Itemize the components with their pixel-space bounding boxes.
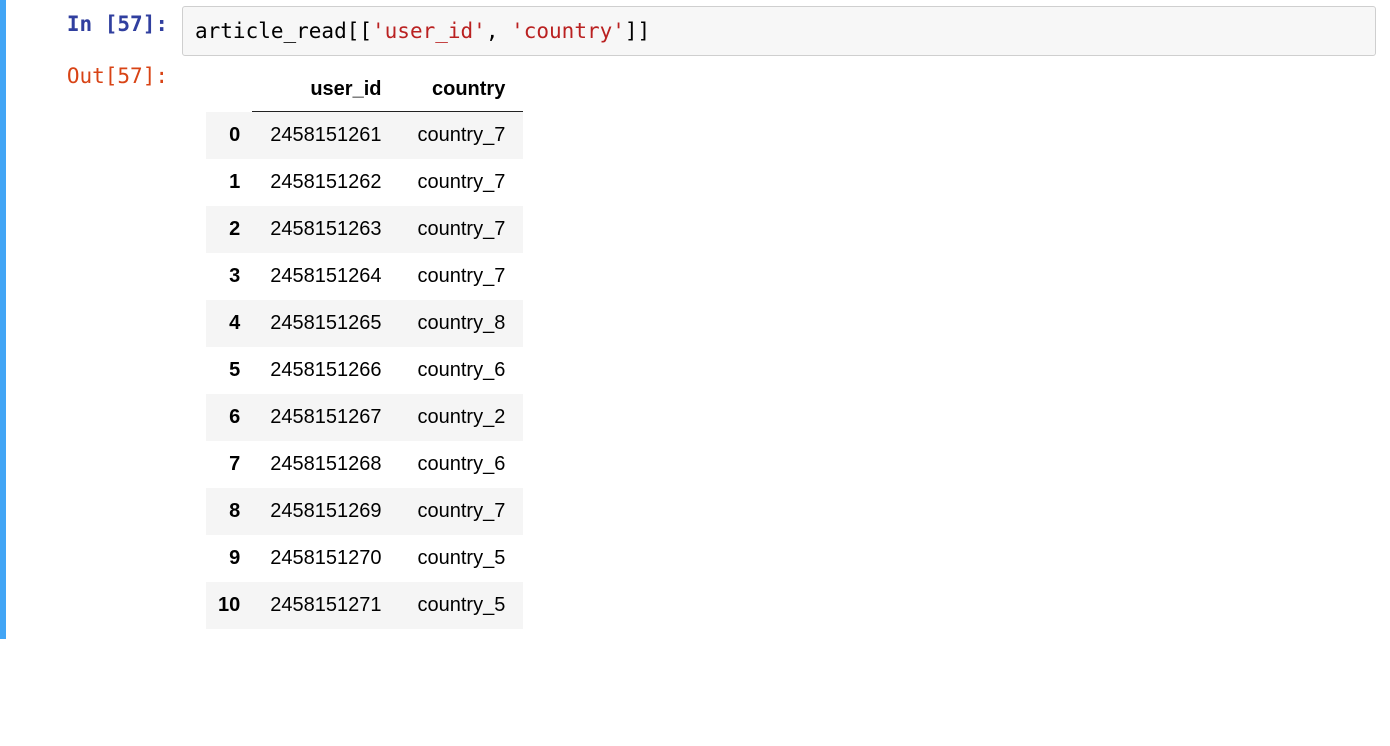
table-row: 3 2458151264 country_7 [206, 253, 523, 300]
row-index: 6 [206, 394, 252, 441]
code-text: ]] [625, 19, 650, 43]
cell-country: country_6 [399, 347, 523, 394]
table-row: 8 2458151269 country_7 [206, 488, 523, 535]
cell-country: country_7 [399, 253, 523, 300]
cell-user-id: 2458151265 [252, 300, 399, 347]
column-header-country: country [399, 68, 523, 112]
row-index: 10 [206, 582, 252, 629]
row-index: 9 [206, 535, 252, 582]
cell-user-id: 2458151270 [252, 535, 399, 582]
row-index: 5 [206, 347, 252, 394]
content-column: article_read[['user_id', 'country']] use… [176, 0, 1390, 639]
cell-country: country_7 [399, 488, 523, 535]
cell-user-id: 2458151269 [252, 488, 399, 535]
cell-country: country_5 [399, 582, 523, 629]
output-area: user_id country 0 2458151261 country_7 1… [182, 68, 1376, 629]
output-prompt: Out[57]: [6, 64, 168, 88]
row-index: 8 [206, 488, 252, 535]
table-row: 1 2458151262 country_7 [206, 159, 523, 206]
cell-country: country_2 [399, 394, 523, 441]
row-index: 1 [206, 159, 252, 206]
column-header-user-id: user_id [252, 68, 399, 112]
table-row: 5 2458151266 country_6 [206, 347, 523, 394]
table-row: 4 2458151265 country_8 [206, 300, 523, 347]
index-header [206, 68, 252, 112]
cell-country: country_8 [399, 300, 523, 347]
input-prompt: In [57]: [6, 12, 168, 36]
code-text: article_read[[ [195, 19, 372, 43]
cell-user-id: 2458151264 [252, 253, 399, 300]
row-index: 7 [206, 441, 252, 488]
cell-user-id: 2458151262 [252, 159, 399, 206]
cell-country: country_5 [399, 535, 523, 582]
table-row: 10 2458151271 country_5 [206, 582, 523, 629]
cell-country: country_7 [399, 112, 523, 160]
table-header: user_id country [206, 68, 523, 112]
table-row: 0 2458151261 country_7 [206, 112, 523, 160]
code-input[interactable]: article_read[['user_id', 'country']] [182, 6, 1376, 56]
cell-user-id: 2458151261 [252, 112, 399, 160]
table-row: 7 2458151268 country_6 [206, 441, 523, 488]
table-header-row: user_id country [206, 68, 523, 112]
row-index: 2 [206, 206, 252, 253]
prompt-column: In [57]: Out[57]: [6, 0, 176, 639]
row-index: 4 [206, 300, 252, 347]
table-row: 6 2458151267 country_2 [206, 394, 523, 441]
table-body: 0 2458151261 country_7 1 2458151262 coun… [206, 112, 523, 630]
notebook-cell: In [57]: Out[57]: article_read[['user_id… [0, 0, 1390, 639]
code-string: 'country' [511, 19, 625, 43]
cell-user-id: 2458151263 [252, 206, 399, 253]
row-index: 3 [206, 253, 252, 300]
table-row: 9 2458151270 country_5 [206, 535, 523, 582]
cell-user-id: 2458151267 [252, 394, 399, 441]
dataframe-table: user_id country 0 2458151261 country_7 1… [206, 68, 523, 629]
cell-country: country_7 [399, 206, 523, 253]
code-string: 'user_id' [372, 19, 486, 43]
cell-user-id: 2458151268 [252, 441, 399, 488]
cell-country: country_6 [399, 441, 523, 488]
cell-country: country_7 [399, 159, 523, 206]
cell-user-id: 2458151271 [252, 582, 399, 629]
row-index: 0 [206, 112, 252, 160]
table-row: 2 2458151263 country_7 [206, 206, 523, 253]
code-text: , [486, 19, 511, 43]
cell-user-id: 2458151266 [252, 347, 399, 394]
